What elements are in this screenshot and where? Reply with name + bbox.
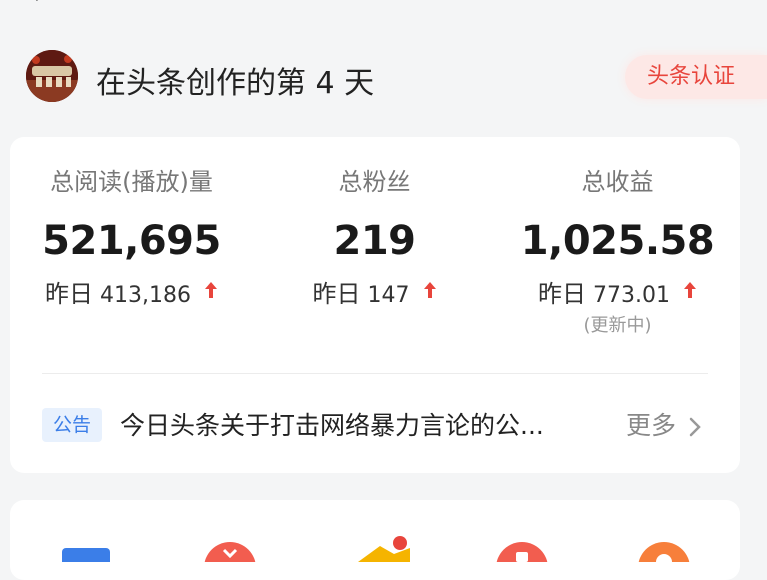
divider — [42, 373, 708, 374]
announcement-tag: 公告 — [42, 408, 102, 442]
certification-badge[interactable]: 头条认证 — [625, 55, 767, 99]
yesterday-value: 773.01 — [593, 283, 670, 308]
yesterday-value: 413,186 — [100, 283, 191, 308]
stat-yesterday: 昨日 773.01 — [496, 279, 739, 309]
stat-label: 总阅读(播放)量 — [50, 168, 213, 196]
yesterday-prefix: 昨日 — [538, 280, 586, 308]
stat-value: 219 — [333, 218, 417, 264]
creation-days-title: 在头条创作的第 4 天 — [96, 66, 375, 101]
stat-label: 总收益 — [581, 168, 654, 196]
announcement-text[interactable]: 今日头条关于打击网络暴力言论的公... — [120, 405, 544, 447]
stat-value: 1,025.58 — [520, 218, 715, 264]
yesterday-value: 147 — [367, 283, 410, 308]
chevron-right-icon[interactable] — [688, 417, 702, 441]
more-link[interactable]: 更多 — [626, 405, 676, 447]
earnings-tool-icon[interactable] — [638, 542, 690, 580]
yesterday-prefix: 昨日 — [45, 280, 93, 308]
document-tool-icon[interactable] — [62, 542, 110, 568]
stat-total-reads[interactable]: 总阅读(播放)量 521,695 昨日 413,186 — [10, 167, 253, 309]
updating-status: (更新中) — [583, 315, 652, 336]
tools-card — [10, 500, 740, 580]
back-icon[interactable] — [28, 0, 46, 2]
stats-card: 总阅读(播放)量 521,695 昨日 413,186 总粉丝 219 昨日 1… — [10, 137, 740, 473]
stat-total-fans[interactable]: 总粉丝 219 昨日 147 — [253, 167, 496, 309]
stat-yesterday: 昨日 147 — [253, 279, 496, 309]
yesterday-prefix: 昨日 — [312, 280, 361, 308]
live-tool-icon[interactable] — [496, 542, 548, 580]
announcement-bar[interactable]: 公告 今日头条关于打击网络暴力言论的公... 更多 — [42, 405, 732, 447]
video-tool-icon[interactable] — [204, 542, 256, 580]
stat-value: 521,695 — [42, 218, 221, 264]
avatar[interactable] — [26, 50, 78, 102]
stat-yesterday: 昨日 413,186 — [10, 279, 253, 309]
arrow-up-icon — [423, 278, 437, 308]
arrow-up-icon — [204, 278, 218, 308]
creator-header: 在头条创作的第 4 天 头条认证 — [0, 40, 767, 112]
stat-label: 总粉丝 — [338, 168, 411, 196]
activity-tool-icon[interactable] — [350, 536, 422, 566]
stat-total-earnings[interactable]: 总收益 1,025.58 昨日 773.01 (更新中) — [496, 167, 739, 337]
arrow-up-icon — [683, 278, 697, 308]
